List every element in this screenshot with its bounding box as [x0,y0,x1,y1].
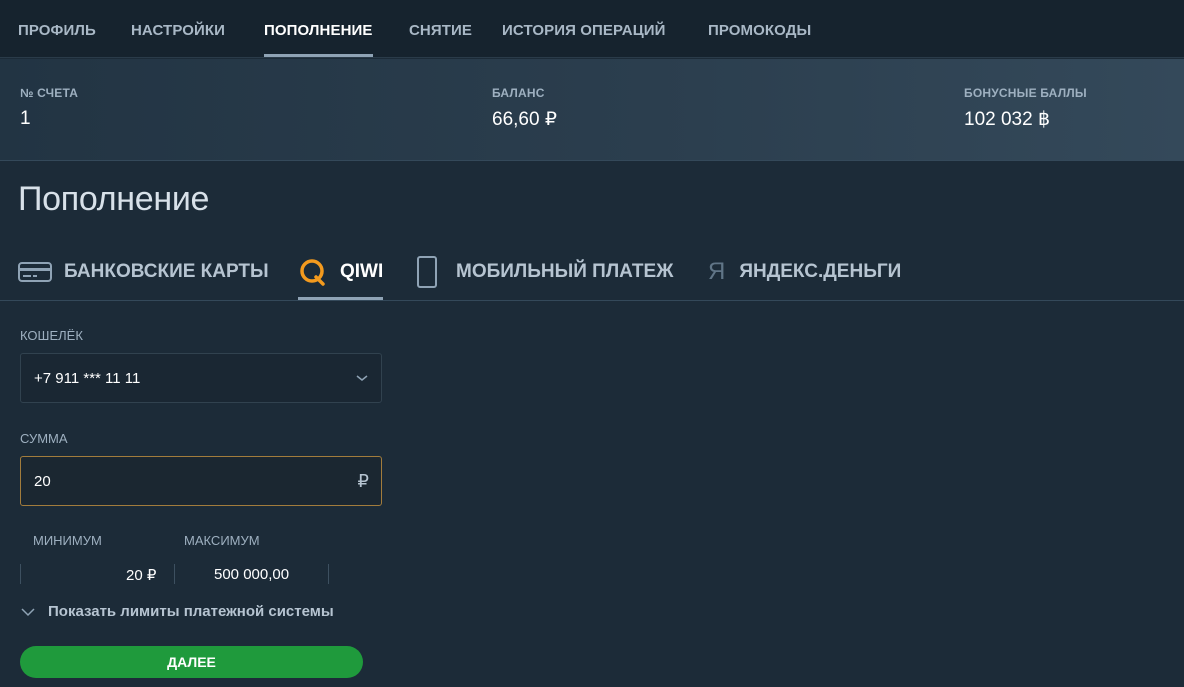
max-value: 500 000,00 [214,566,290,583]
method-tab-label: МОБИЛЬНЫЙ ПЛАТЕЖ [456,260,674,282]
method-tab-label: БАНКОВСКИЕ КАРТЫ [64,260,269,282]
chevron-down-icon [355,354,369,402]
tab-history[interactable]: ИСТОРИЯ ОПЕРАЦИЙ [502,0,666,58]
yandex-icon: Я [708,257,726,285]
wallet-value: +7 911 *** 11 11 [34,369,141,387]
bonus-block: БОНУСНЫЕ БАЛЛЫ 102 032 ฿ [964,86,1087,131]
method-tab-bank-cards[interactable]: БАНКОВСКИЕ КАРТЫ [18,243,269,300]
qiwi-icon [298,257,328,287]
tab-settings[interactable]: НАСТРОЙКИ [131,0,225,58]
amount-input[interactable]: 20 ₽ [20,456,382,506]
bank-card-icon [18,261,52,283]
limit-divider [328,564,329,584]
method-tab-label: ЯНДЕКС.ДЕНЬГИ [739,260,902,282]
account-info-panel: № СЧЕТА 1 БАЛАНС 66,60 ₽ БОНУСНЫЕ БАЛЛЫ … [0,59,1184,161]
page-title: Пополнение [18,180,210,218]
amount-value: 20 [34,472,51,490]
bonus-value: 102 032 ฿ [964,109,1051,130]
balance-label: БАЛАНС [492,86,545,100]
tab-promocodes[interactable]: ПРОМОКОДЫ [708,0,811,58]
account-number-block: № СЧЕТА 1 [20,86,78,130]
chevron-down-icon [20,607,36,617]
tab-withdrawal[interactable]: СНЯТИЕ [409,0,472,58]
show-limits-toggle[interactable]: Показать лимиты платежной системы [20,603,334,620]
min-label: МИНИМУМ [33,533,102,548]
show-limits-label: Показать лимиты платежной системы [48,603,334,620]
method-tab-mobile[interactable]: МОБИЛЬНЫЙ ПЛАТЕЖ [416,243,673,300]
payment-method-tabs: БАНКОВСКИЕ КАРТЫ QIWI МОБИЛЬНЫЙ ПЛАТЕЖ Я… [0,243,1184,301]
next-button[interactable]: ДАЛЕЕ [20,646,363,678]
method-tab-yandex[interactable]: Я ЯНДЕКС.ДЕНЬГИ [708,243,901,300]
account-number-value: 1 [20,108,31,129]
method-tab-qiwi[interactable]: QIWI [298,243,384,300]
balance-value: 66,60 ₽ [492,109,557,130]
max-label: МАКСИМУМ [184,533,260,548]
top-navigation: ПРОФИЛЬ НАСТРОЙКИ ПОПОЛНЕНИЕ СНЯТИЕ ИСТО… [0,0,1184,58]
balance-block: БАЛАНС 66,60 ₽ [492,86,557,131]
ruble-icon: ₽ [357,470,369,491]
mobile-phone-icon [416,255,438,289]
min-value: 20 ₽ [126,567,157,584]
bonus-label: БОНУСНЫЕ БАЛЛЫ [964,86,1087,100]
tab-deposit[interactable]: ПОПОЛНЕНИЕ [264,0,373,58]
wallet-select[interactable]: +7 911 *** 11 11 [20,353,382,403]
account-number-label: № СЧЕТА [20,86,79,100]
limit-divider [174,564,175,584]
method-tab-label: QIWI [340,260,384,282]
limit-divider [20,564,21,584]
wallet-label: КОШЕЛЁК [20,328,83,343]
tab-profile[interactable]: ПРОФИЛЬ [18,0,96,58]
amount-label: СУММА [20,431,68,446]
